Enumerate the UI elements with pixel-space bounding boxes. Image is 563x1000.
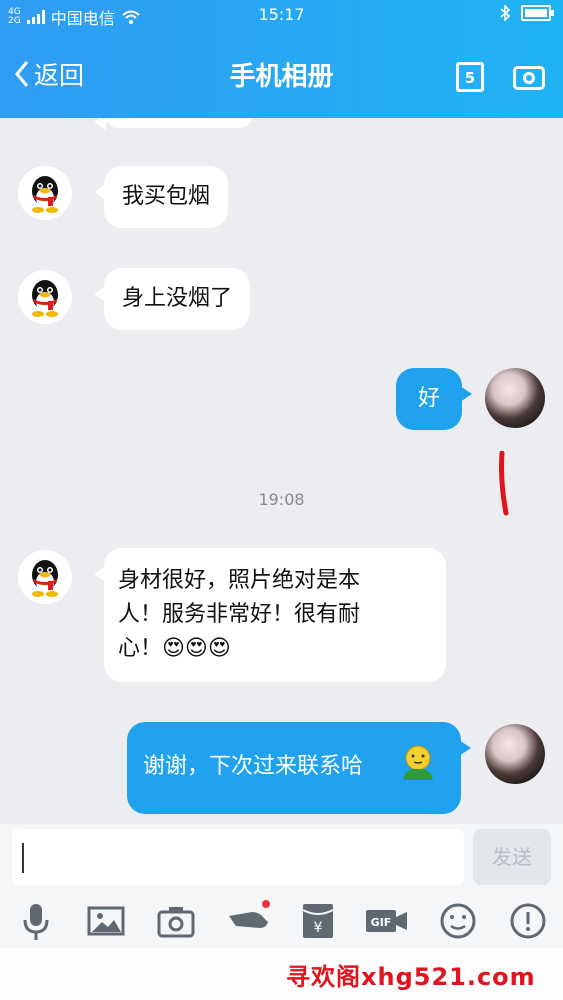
emoji-icon[interactable] bbox=[438, 900, 478, 942]
status-time: 15:17 bbox=[258, 5, 305, 24]
message-bubble-2[interactable]: 身上没烟了 bbox=[93, 268, 251, 330]
hongbao-icon[interactable] bbox=[226, 900, 272, 942]
send-button[interactable]: 发送 bbox=[473, 829, 551, 885]
title-bar: 返回 手机相册 5 bbox=[0, 30, 563, 118]
penguin-icon bbox=[32, 280, 58, 317]
red-packet-icon[interactable]: ¥ bbox=[298, 900, 338, 942]
message-text-4-line-2: 人！服务非常好！很有耐 bbox=[118, 602, 361, 627]
camera-icon[interactable] bbox=[513, 66, 545, 90]
user-avatar[interactable] bbox=[485, 368, 545, 428]
message-text-3: 好 bbox=[417, 386, 440, 411]
bluetooth-icon bbox=[500, 5, 511, 21]
more-icon[interactable] bbox=[508, 900, 548, 942]
penguin-avatar[interactable] bbox=[18, 166, 72, 220]
previous-message-bubble bbox=[94, 118, 254, 130]
status-right bbox=[499, 5, 554, 21]
microphone-icon[interactable] bbox=[16, 900, 56, 942]
toolbar: ¥ GIF bbox=[0, 896, 563, 948]
gif-icon[interactable]: GIF bbox=[364, 900, 410, 942]
battery-icon bbox=[521, 5, 554, 21]
message-bubble-1[interactable]: 我买包烟 bbox=[93, 166, 229, 228]
message-timestamp: 19:08 bbox=[258, 490, 305, 509]
penguin-icon bbox=[32, 560, 58, 597]
message-text-2: 身上没烟了 bbox=[122, 286, 233, 311]
watermark-text: 寻欢阁xhg521.com bbox=[286, 963, 536, 991]
penguin-avatar[interactable] bbox=[18, 550, 72, 604]
calendar-icon[interactable]: 5 bbox=[456, 62, 484, 92]
input-bar: 发送 bbox=[0, 824, 563, 896]
penguin-avatar[interactable] bbox=[18, 270, 72, 324]
message-bubble-3[interactable]: 好 bbox=[396, 368, 472, 430]
svg-text:GIF: GIF bbox=[371, 916, 392, 929]
message-bubble-5[interactable]: 谢谢，下次过来联系哈 bbox=[127, 722, 471, 814]
penguin-icon bbox=[32, 176, 58, 213]
message-text-4-line-1: 身材很好，照片绝对是本 bbox=[118, 568, 361, 593]
message-text-5: 谢谢，下次过来联系哈 bbox=[143, 754, 364, 779]
user-avatar[interactable] bbox=[485, 724, 545, 784]
message-text-4-line-3: 心！😍😍😍 bbox=[118, 636, 231, 661]
message-text-1: 我买包烟 bbox=[122, 184, 211, 209]
message-bubble-4[interactable]: 身材很好，照片绝对是本 人！服务非常好！很有耐 心！😍😍😍 bbox=[94, 548, 446, 682]
svg-text:¥: ¥ bbox=[314, 920, 323, 936]
shy-emoji-icon bbox=[403, 745, 433, 780]
camera-tool-icon[interactable] bbox=[156, 900, 196, 942]
text-caret bbox=[22, 843, 24, 873]
chat-area[interactable]: 我买包烟 身上没烟了 好 19:08 身材很好，照片绝对是本 人！服务非常好！很… bbox=[0, 118, 563, 824]
message-input[interactable] bbox=[12, 829, 464, 885]
status-bar: 4G 2G 中国电信 15:17 bbox=[0, 0, 563, 30]
image-icon[interactable] bbox=[86, 900, 126, 942]
